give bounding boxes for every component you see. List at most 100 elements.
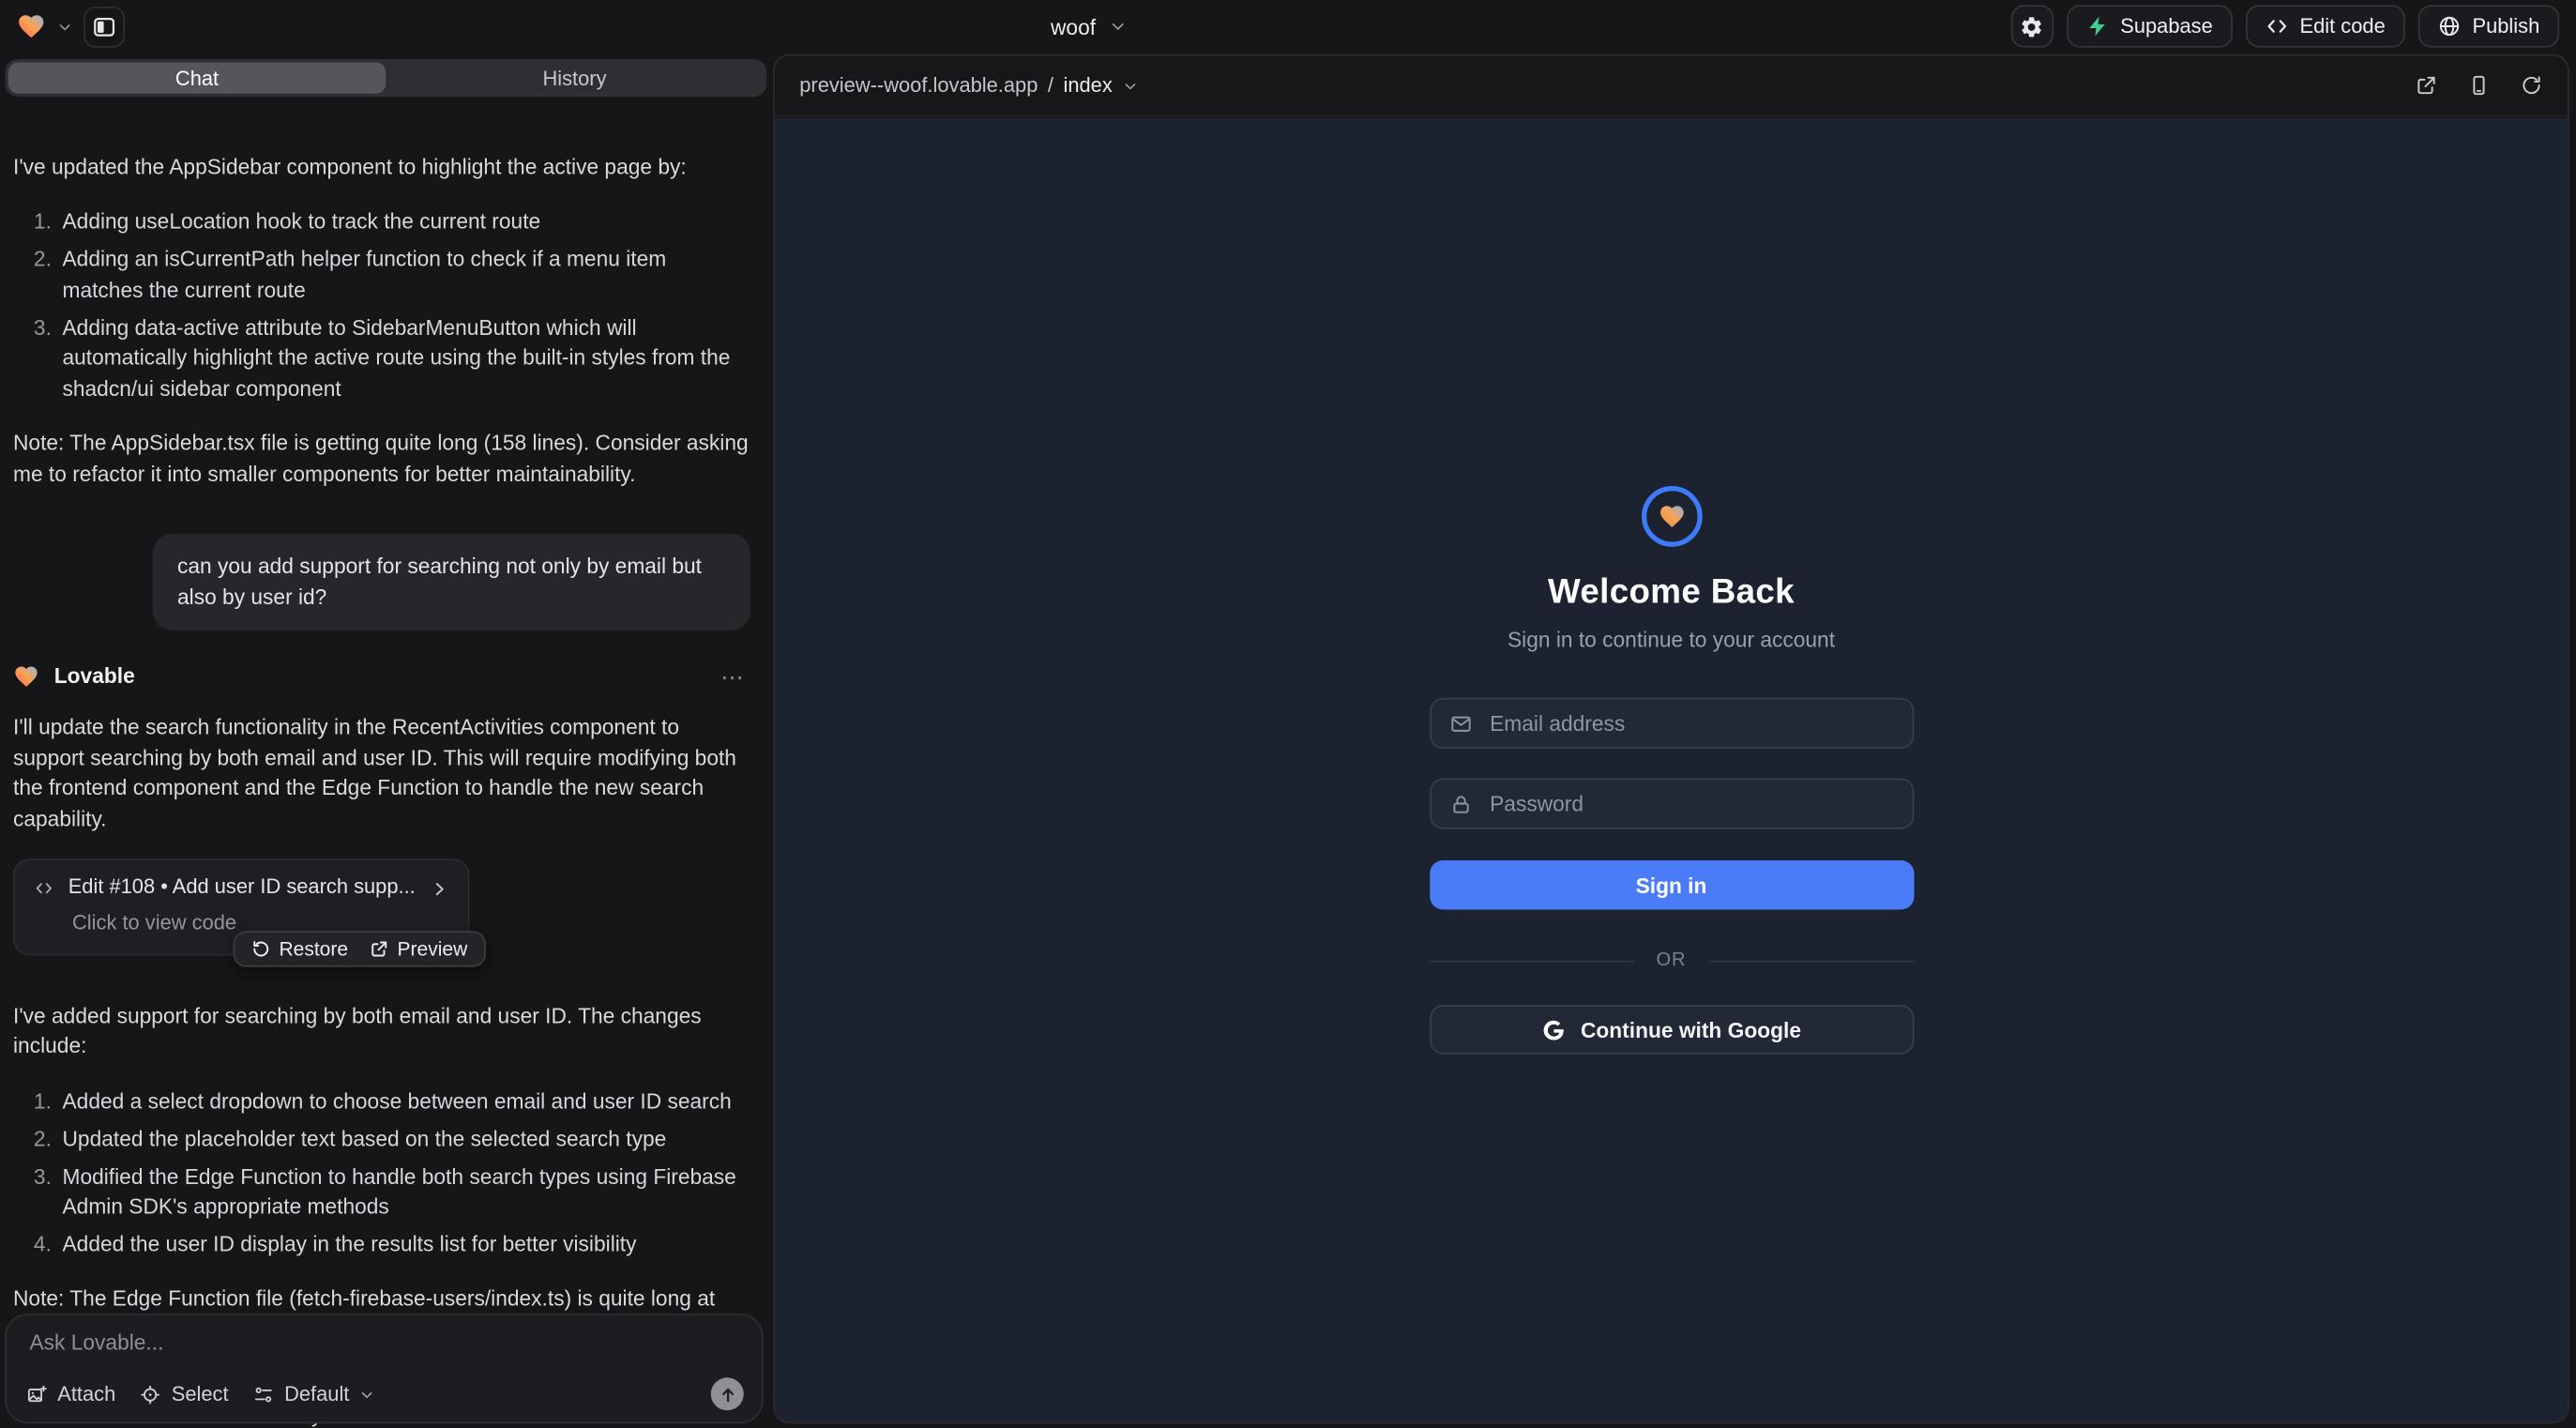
list-item: Added the user ID display in the results… [57, 1230, 750, 1260]
composer: Attach Select Default [5, 1314, 764, 1423]
path-separator: / [1048, 74, 1053, 98]
attach-button[interactable]: Attach [26, 1383, 115, 1406]
app-window: woof Supabase Edit code [0, 0, 2576, 1428]
list-item: Adding useLocation hook to track the cur… [57, 207, 750, 237]
password-field[interactable] [1487, 790, 1894, 818]
list-item: Added a select dropdown to choose betwee… [57, 1086, 750, 1117]
chat-input[interactable] [30, 1330, 739, 1370]
topbar: woof Supabase Edit code [0, 0, 2576, 53]
target-icon [141, 1383, 162, 1405]
arrow-up-icon [719, 1385, 736, 1403]
signin-title: Welcome Back [1548, 573, 1795, 613]
mail-icon [1448, 712, 1472, 736]
toggle-sidebar-button[interactable] [83, 6, 125, 47]
preview-url-bar[interactable]: preview--woof.lovable.app / index [799, 74, 1137, 98]
chat-message-list[interactable]: I've updated the AppSidebar component to… [13, 151, 750, 1307]
chevron-down-icon [1111, 18, 1128, 35]
assistant-list: Added a select dropdown to choose betwee… [13, 1086, 750, 1260]
google-label: Continue with Google [1581, 1017, 1801, 1041]
message-menu-button[interactable]: ⋯ [714, 662, 750, 691]
smartphone-icon [2467, 74, 2491, 98]
edit-card-actions: Restore Preview [234, 932, 486, 968]
or-divider: OR [1429, 950, 1913, 970]
heart-icon [13, 663, 39, 690]
assistant-paragraph: I've updated the AppSidebar component to… [13, 153, 750, 183]
edit-card-wrap: Edit #108 • Add user ID search supp... C… [13, 859, 750, 955]
model-label: Default [284, 1383, 349, 1406]
google-icon [1541, 1017, 1566, 1041]
restore-icon [251, 939, 271, 959]
password-field-wrap [1429, 779, 1913, 829]
tab-history[interactable]: History [386, 63, 764, 94]
restore-label: Restore [280, 938, 349, 962]
attach-image-icon [26, 1383, 48, 1405]
attach-label: Attach [57, 1383, 115, 1406]
assistant-note: Note: The AppSidebar.tsx file is getting… [13, 429, 750, 490]
assistant-paragraph: I'll update the search functionality in … [13, 713, 750, 834]
lock-icon [1448, 792, 1472, 815]
signin-subtitle: Sign in to continue to your account [1508, 628, 1835, 652]
publish-label: Publish [2473, 15, 2540, 38]
list-item: Adding data-active attribute to SidebarM… [57, 313, 750, 404]
code-icon [35, 877, 53, 901]
preview-panel: preview--woof.lovable.app / index [773, 54, 2569, 1424]
edit-code-button[interactable]: Edit code [2246, 5, 2405, 48]
chat-panel: Chat History I've updated the AppSidebar… [0, 53, 772, 1428]
app-logo [1641, 486, 1702, 547]
chat-tabs: Chat History [5, 59, 766, 97]
google-signin-button[interactable]: Continue with Google [1429, 1005, 1913, 1055]
supabase-button[interactable]: Supabase [2066, 5, 2232, 48]
assistant-header: Lovable ⋯ [13, 661, 750, 691]
preview-viewport: Welcome Back Sign in to continue to your… [775, 118, 2568, 1422]
or-label: OR [1657, 950, 1687, 970]
preview-button[interactable]: Preview [370, 938, 467, 962]
heart-icon [1658, 503, 1686, 531]
model-selector[interactable]: Default [253, 1383, 374, 1406]
external-link-icon [2415, 74, 2438, 98]
open-in-new-tab-button[interactable] [2415, 74, 2438, 98]
assistant-paragraph: I've added support for searching by both… [13, 1001, 750, 1062]
preview-domain: preview--woof.lovable.app [799, 74, 1038, 98]
select-label: Select [172, 1383, 229, 1406]
supabase-icon [2085, 15, 2109, 38]
refresh-button[interactable] [2520, 74, 2543, 98]
external-link-icon [370, 939, 389, 959]
edit-code-label: Edit code [2300, 15, 2386, 38]
signin-button[interactable]: Sign in [1429, 860, 1913, 910]
project-switcher[interactable]: woof [1051, 0, 1127, 53]
code-icon [2265, 15, 2289, 38]
send-button[interactable] [711, 1377, 744, 1410]
email-field[interactable] [1487, 709, 1894, 737]
supabase-label: Supabase [2120, 15, 2213, 38]
list-item: Adding an isCurrentPath helper function … [57, 245, 750, 306]
signin-card: Welcome Back Sign in to continue to your… [1429, 486, 1913, 1055]
gear-icon [2020, 14, 2044, 38]
assistant-list: Adding useLocation hook to track the cur… [13, 207, 750, 404]
settings-button[interactable] [2010, 5, 2053, 48]
heart-icon [17, 11, 47, 41]
mobile-view-button[interactable] [2467, 74, 2491, 98]
select-element-button[interactable]: Select [141, 1383, 229, 1406]
preview-label: Preview [398, 938, 468, 962]
restore-button[interactable]: Restore [251, 938, 348, 962]
refresh-icon [2520, 74, 2543, 98]
chevron-down-icon [1122, 78, 1137, 93]
panel-left-icon [92, 14, 116, 38]
tab-chat[interactable]: Chat [8, 63, 386, 94]
sliders-icon [253, 1383, 275, 1405]
list-item: Updated the placeholder text based on th… [57, 1124, 750, 1154]
chevron-right-icon [431, 879, 448, 897]
email-field-wrap [1429, 698, 1913, 749]
preview-toolbar: preview--woof.lovable.app / index [775, 56, 2568, 117]
user-message-bubble: can you add support for searching not on… [153, 534, 750, 630]
preview-page: index [1063, 74, 1112, 98]
assistant-name: Lovable [54, 661, 135, 691]
publish-button[interactable]: Publish [2418, 5, 2560, 48]
list-item: Modified the Edge Function to handle bot… [57, 1162, 750, 1223]
edit-card-title: Edit #108 • Add user ID search supp... [68, 874, 416, 903]
chevron-down-icon [359, 1387, 374, 1402]
globe-icon [2438, 15, 2462, 38]
project-name: woof [1051, 14, 1096, 38]
lovable-logo[interactable] [17, 11, 47, 41]
chevron-down-icon[interactable] [57, 19, 72, 34]
